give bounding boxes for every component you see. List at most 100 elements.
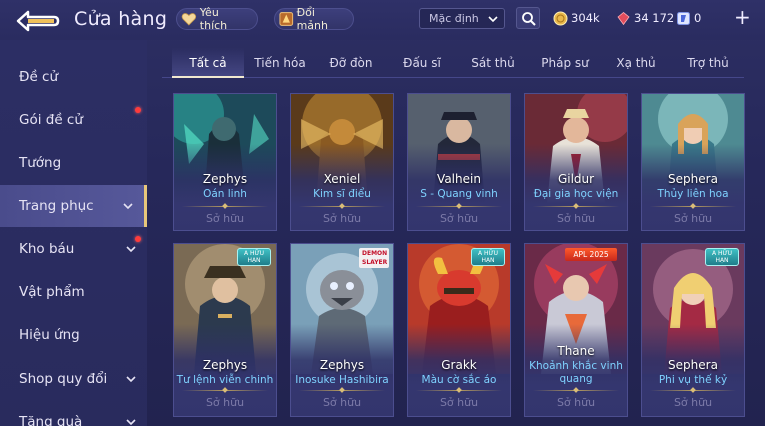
skin-card[interactable]: Valhein S - Quang vinh Sở hữu xyxy=(407,93,511,231)
chevron-down-icon xyxy=(126,376,136,383)
sidebar-item-label: Kho báu xyxy=(19,241,75,257)
skin-card[interactable]: A HỮU HẠN Grakk Màu cờ sắc áo Sở hữu xyxy=(407,243,511,417)
divider xyxy=(182,206,268,207)
notification-dot xyxy=(135,236,141,242)
voucher-amount: 0 xyxy=(694,11,702,25)
divider xyxy=(299,390,385,391)
tab-assassin[interactable]: Sát thủ xyxy=(462,48,524,78)
skin-card[interactable]: A HỮU HẠN Sephera Phi vụ thế kỷ Sở hữu xyxy=(641,243,745,417)
hero-name: Thane xyxy=(557,344,595,358)
tab-support[interactable]: Trợ thủ xyxy=(676,48,740,78)
divider xyxy=(299,206,385,207)
notification-dot xyxy=(135,107,141,113)
limited-badge: A HỮU HẠN xyxy=(237,248,271,266)
limited-badge: A HỮU HẠN xyxy=(471,248,505,266)
heart-icon xyxy=(181,13,197,26)
sort-dropdown[interactable]: Mặc định xyxy=(419,8,505,29)
hero-name: Zephys xyxy=(202,358,248,372)
sidebar-item-gifts[interactable]: Tặng quà xyxy=(0,401,147,426)
owned-status: Sở hữu xyxy=(439,212,479,225)
back-button[interactable] xyxy=(14,8,60,34)
owned-status: Sở hữu xyxy=(439,396,479,409)
divider xyxy=(416,206,502,207)
gold-coin-icon xyxy=(553,11,568,25)
skin-card[interactable]: DEMON SLAYER Zephys Inosuke Hashibira Sở… xyxy=(290,243,394,417)
back-arrow-icon xyxy=(16,10,60,32)
hero-name: Zephys xyxy=(202,172,248,186)
gold-balance: 304k xyxy=(553,9,600,27)
tab-marksman[interactable]: Xạ thủ xyxy=(606,48,666,78)
voucher-balance: 0 xyxy=(676,9,701,27)
sort-value: Mặc định xyxy=(429,12,479,25)
hero-name: Sephera xyxy=(668,172,718,186)
sidebar-item-skins[interactable]: Trang phục xyxy=(0,185,147,227)
divider xyxy=(533,206,619,207)
divider xyxy=(650,206,736,207)
favorites-label: Yêu thích xyxy=(199,6,228,32)
sidebar-item-label: Vật phẩm xyxy=(19,284,85,300)
hero-name: Grakk xyxy=(441,358,477,372)
sidebar-item-featured[interactable]: Đề cử xyxy=(0,56,147,98)
limited-badge: A HỮU HẠN xyxy=(705,248,739,266)
owned-status: Sở hữu xyxy=(205,212,245,225)
sidebar-item-items[interactable]: Vật phẩm xyxy=(0,271,147,313)
hero-name: Gildur xyxy=(557,172,595,186)
skin-name: Khoảnh khắc vinh quang xyxy=(529,360,623,385)
chevron-down-icon xyxy=(123,203,133,210)
skin-name: Phi vụ thế kỷ xyxy=(658,374,728,386)
skin-name: Đại gia học viện xyxy=(533,188,619,200)
hero-name: Sephera xyxy=(668,358,718,372)
owned-status: Sở hữu xyxy=(556,212,596,225)
chevron-down-icon xyxy=(126,419,136,426)
skin-card[interactable]: Zephys Oán linh Sở hữu xyxy=(173,93,277,231)
add-currency-button[interactable]: + xyxy=(734,7,751,27)
sidebar-item-label: Tặng quà xyxy=(19,414,83,426)
sidebar-item-label: Đề cử xyxy=(19,69,59,85)
skin-card[interactable]: Gildur Đại gia học viện Sở hữu xyxy=(524,93,628,231)
skin-card[interactable]: APL 2025 Thane Khoảnh khắc vinh quang Sở… xyxy=(524,243,628,417)
owned-status: Sở hữu xyxy=(556,396,596,409)
skin-name: Oán linh xyxy=(203,188,247,200)
sidebar-item-label: Hiệu ứng xyxy=(19,327,80,343)
sidebar-item-exchange-shop[interactable]: Shop quy đổi xyxy=(0,358,147,400)
sidebar-item-effects[interactable]: Hiệu ứng xyxy=(0,314,147,356)
hero-name: Valhein xyxy=(437,172,481,186)
tab-fighter[interactable]: Đấu sĩ xyxy=(392,48,452,78)
tab-all[interactable]: Tất cả xyxy=(172,48,244,78)
demon-slayer-badge: DEMON SLAYER xyxy=(359,248,389,268)
divider xyxy=(416,390,502,391)
skin-card[interactable]: A HỮU HẠN Zephys Tư lệnh viễn chinh Sở h… xyxy=(173,243,277,417)
favorites-button[interactable]: Yêu thích xyxy=(176,6,258,32)
tab-tank[interactable]: Đỡ đòn xyxy=(318,48,384,78)
chevron-down-icon xyxy=(488,16,498,23)
owned-status: Sở hữu xyxy=(673,396,713,409)
hero-name: Zephys xyxy=(319,358,365,372)
sidebar-item-label: Trang phục xyxy=(19,198,94,214)
chevron-down-icon xyxy=(126,246,136,253)
fragment-exchange-button[interactable]: Đổi mảnh xyxy=(274,6,354,32)
search-button[interactable] xyxy=(516,7,540,29)
owned-status: Sở hữu xyxy=(205,396,245,409)
skin-name: Inosuke Hashibira xyxy=(295,374,389,386)
gold-amount: 304k xyxy=(571,11,600,25)
skin-card[interactable]: Xeniel Kim sĩ điểu Sở hữu xyxy=(290,93,394,231)
sidebar-item-heroes[interactable]: Tướng xyxy=(0,142,147,184)
skin-name: Kim sĩ điểu xyxy=(313,188,371,200)
ruby-balance: 34 172 xyxy=(616,9,674,27)
hero-name: Xeniel xyxy=(323,172,361,186)
sidebar-item-label: Gói đề cử xyxy=(19,112,83,128)
sidebar-item-featured-bundles[interactable]: Gói đề cử xyxy=(0,99,147,141)
tab-evolution[interactable]: Tiến hóa xyxy=(246,48,314,78)
skin-name: S - Quang vinh xyxy=(420,188,498,200)
sidebar: Đề cử Gói đề cử Tướng Trang phục Kho báu… xyxy=(0,40,147,426)
sidebar-item-treasure[interactable]: Kho báu xyxy=(0,228,147,270)
page-title: Cửa hàng xyxy=(74,8,168,30)
skin-card[interactable]: Sephera Thủy liên hoa Sở hữu xyxy=(641,93,745,231)
fragment-icon xyxy=(279,12,294,26)
skin-grid: Zephys Oán linh Sở hữu Xeniel Kim sĩ điể… xyxy=(172,93,747,426)
sidebar-item-label: Tướng xyxy=(19,155,62,171)
tab-mage[interactable]: Pháp sư xyxy=(532,48,598,78)
skin-name: Màu cờ sắc áo xyxy=(421,374,497,386)
divider xyxy=(533,390,619,391)
owned-status: Sở hữu xyxy=(322,396,362,409)
